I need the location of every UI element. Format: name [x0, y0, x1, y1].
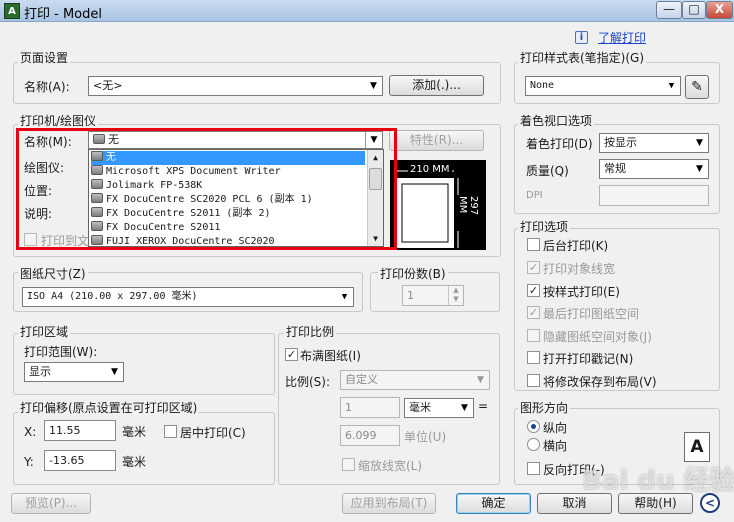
offset-x-unit: 毫米	[122, 425, 147, 439]
save-changes-to-layout-checkbox[interactable]	[527, 374, 540, 387]
chevron-down-icon: ▼	[696, 138, 703, 148]
maximize-button[interactable]: □	[682, 1, 706, 19]
plot-with-styles-checkbox[interactable]: ✓	[527, 284, 540, 297]
scale-units-label: 单位(U)	[404, 430, 447, 444]
offset-y-label: Y:	[24, 455, 34, 469]
page-setup-name-combo[interactable]: <无> ▼	[88, 76, 383, 96]
fit-to-paper-checkbox[interactable]: ✓	[285, 348, 298, 361]
orientation-preview-icon: A	[684, 432, 710, 462]
copies-label: 打印份数(B)	[378, 265, 448, 282]
hide-paperspace-objects-checkbox[interactable]	[527, 329, 540, 342]
learn-print-link[interactable]: 了解打印	[598, 29, 646, 46]
chevron-down-icon: ▼	[370, 81, 377, 91]
add-page-setup-button[interactable]: 添加(.)...	[389, 75, 484, 96]
portrait-label: 纵向	[543, 421, 568, 435]
paper-height-label: 297 MM	[457, 195, 479, 231]
plot-stamp-checkbox[interactable]	[527, 351, 540, 364]
landscape-radio[interactable]	[527, 438, 540, 451]
plot-style-combo[interactable]: None ▼	[525, 76, 681, 96]
upside-down-checkbox[interactable]	[527, 462, 540, 475]
paper-width-label: 210 MM	[408, 164, 452, 175]
portrait-radio[interactable]	[527, 420, 540, 433]
preview-button[interactable]: 预览(P)...	[11, 493, 91, 514]
shade-plot-label: 着色打印(D)	[526, 137, 593, 151]
plot-range-label: 打印范围(W):	[24, 345, 98, 359]
plot-option-label: 将修改保存到布局(V)	[543, 375, 657, 389]
offset-y-input[interactable]: -13.65	[44, 450, 116, 471]
shaded-viewport-label: 着色视口选项	[518, 112, 595, 129]
quality-value: 常规	[604, 162, 626, 175]
close-button[interactable]: X	[706, 1, 733, 19]
page-setup-label: 页面设置	[18, 49, 71, 66]
plot-scale-label: 打印比例	[284, 323, 337, 340]
scale-value: 自定义	[345, 373, 378, 386]
chevron-down-icon: ▼	[461, 403, 468, 413]
scale-value-input[interactable]: 1	[340, 397, 400, 418]
plot-option-label: 打印对象线宽	[543, 262, 616, 276]
orientation-label: 图形方向	[518, 399, 571, 416]
dpi-input[interactable]	[599, 185, 709, 206]
scale-units-input[interactable]: 6.099	[340, 425, 400, 446]
page-setup-name-value: <无>	[93, 79, 123, 92]
center-plot-checkbox[interactable]	[164, 425, 177, 438]
equals-sign: =	[478, 399, 489, 413]
shade-plot-combo[interactable]: 按显示 ▼	[599, 133, 709, 153]
minimize-button[interactable]: —	[656, 1, 682, 19]
scale-unit-combo[interactable]: 毫米 ▼	[404, 398, 474, 418]
quality-combo[interactable]: 常规 ▼	[599, 159, 709, 179]
plot-offset-label: 打印偏移(原点设置在可打印区域)	[18, 399, 200, 416]
ok-button[interactable]: 确定	[456, 493, 531, 514]
plot-lineweights-checkbox[interactable]: ✓	[527, 261, 540, 274]
watermark: Bai du 经验	[582, 466, 734, 496]
paper-size-label: 图纸尺寸(Z)	[18, 265, 88, 282]
fit-to-paper-label: 布满图纸(I)	[300, 349, 361, 363]
printer-label: 打印机/绘图仪	[18, 112, 99, 129]
scale-label: 比例(S):	[285, 375, 331, 389]
scale-lineweights-checkbox[interactable]	[342, 458, 355, 471]
plot-option-label: 打开打印戳记(N)	[543, 352, 634, 366]
pencil-icon: ✎	[691, 79, 703, 95]
scale-lineweights-label: 缩放线宽(L)	[358, 459, 423, 473]
chevron-down-icon: ▼	[341, 292, 348, 302]
plot-option-label: 后台打印(K)	[543, 239, 609, 253]
chevron-down-icon: ▼	[696, 164, 703, 174]
chevron-down-icon: ▼	[668, 81, 675, 91]
plot-options-label: 打印选项	[518, 218, 571, 235]
paper-size-combo[interactable]: ISO A4 (210.00 x 297.00 毫米) ▼	[22, 287, 354, 307]
paper-size-value: ISO A4 (210.00 x 297.00 毫米)	[27, 291, 198, 302]
center-plot-label: 居中打印(C)	[180, 426, 246, 440]
plot-area-label: 打印区域	[18, 323, 71, 340]
offset-x-input[interactable]: 11.55	[44, 420, 116, 441]
offset-x-label: X:	[24, 425, 37, 439]
autocad-app-icon: A	[4, 3, 20, 19]
title-bar	[0, 0, 734, 22]
edit-plot-style-button[interactable]: ✎	[685, 75, 709, 99]
paper-preview: 210 MM 297 MM	[390, 160, 486, 250]
printer-properties-button[interactable]: 特性(R)...	[389, 130, 484, 151]
copies-spinner[interactable]: ▲ ▼	[448, 286, 463, 305]
plot-option-label: 隐藏图纸空间对象(J)	[543, 330, 652, 344]
page-setup-name-label: 名称(A):	[24, 80, 70, 94]
plot-range-combo[interactable]: 显示 ▼	[24, 362, 124, 382]
landscape-label: 横向	[543, 439, 568, 453]
background-plot-checkbox[interactable]	[527, 238, 540, 251]
plot-option-label: 最后打印图纸空间	[543, 307, 640, 321]
window-title: 打印 - Model	[24, 7, 102, 22]
offset-y-unit: 毫米	[122, 455, 147, 469]
shade-plot-value: 按显示	[604, 136, 637, 149]
quality-label: 质量(Q)	[526, 164, 569, 178]
apply-to-layout-button[interactable]: 应用到布局(T)	[342, 493, 436, 514]
plot-style-value: None	[530, 80, 555, 91]
scale-unit-value: 毫米	[409, 401, 431, 414]
plot-style-label: 打印样式表(笔指定)(G)	[518, 49, 647, 66]
chevron-down-icon: ▼	[477, 375, 484, 385]
plot-option-label: 按样式打印(E)	[543, 285, 620, 299]
plot-range-value: 显示	[29, 365, 51, 378]
dpi-label: DPI	[526, 190, 543, 201]
highlight-box	[16, 128, 397, 250]
scale-combo[interactable]: 自定义 ▼	[340, 370, 490, 390]
chevron-down-icon: ▼	[111, 367, 118, 377]
plot-paperspace-last-checkbox[interactable]: ✓	[527, 306, 540, 319]
info-icon: i	[575, 31, 588, 44]
